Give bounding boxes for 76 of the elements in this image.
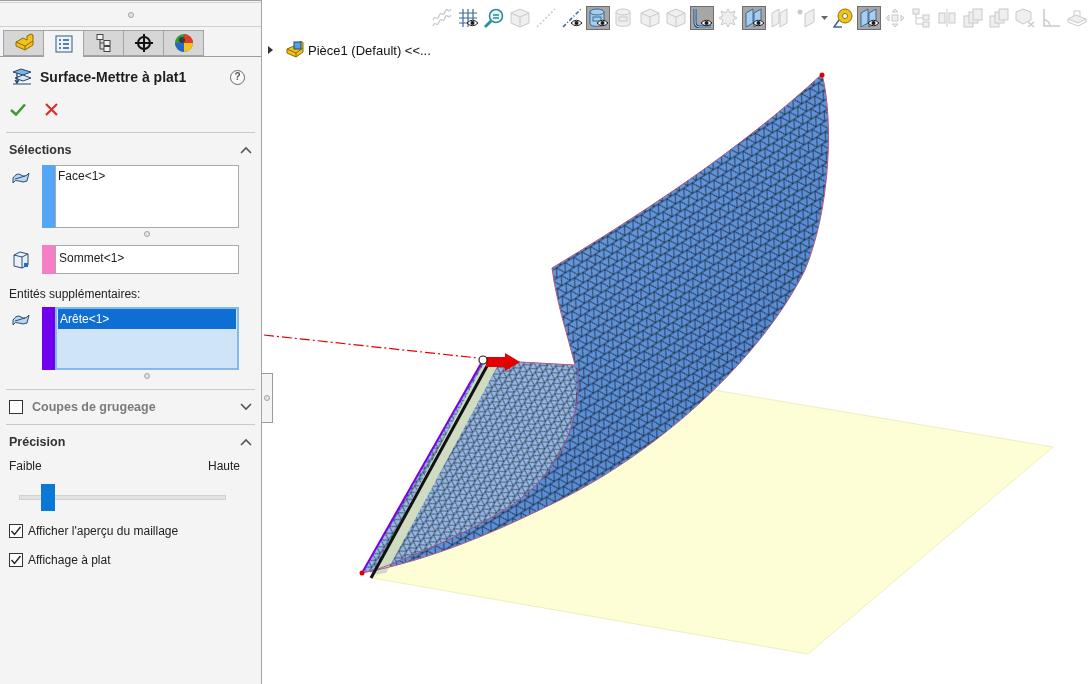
axis-line-eye-icon [562,8,582,28]
grid-eye-icon [458,8,478,28]
section-title: Sélections [9,143,72,157]
cube-icon [510,8,530,28]
part-icon [13,33,34,53]
toolbar-button[interactable] [857,6,881,30]
close-icon[interactable] [45,102,58,116]
point-plane-icon [796,8,816,28]
plane-eye-icon [859,8,879,28]
chevron-up-icon[interactable] [240,146,252,154]
surface-icon [11,170,31,186]
cube-icon [666,8,686,28]
checkbox[interactable] [9,553,23,567]
plane-icon [770,8,790,28]
checkmark-icon[interactable] [10,102,26,116]
field-label: Entités supplémentaires: [8,287,141,301]
section-title: Coupes de grugeage [32,400,156,414]
selection-list-field[interactable]: Arête<1> [55,307,239,370]
selection-field[interactable]: Sommet<1> [55,245,239,274]
caret-down-icon [821,16,828,20]
resize-grip-icon[interactable] [127,11,134,18]
checkbox[interactable] [9,524,23,538]
section-title: Précision [9,435,66,449]
toolbar-button[interactable] [586,6,610,30]
checkbox[interactable] [9,400,23,414]
toolbar-button[interactable] [742,6,766,30]
chevron-up-icon[interactable] [240,438,252,446]
grip-dot-icon [264,395,270,401]
caret-right-icon[interactable] [268,46,273,54]
property-list-icon [53,34,74,54]
panel-tab[interactable] [83,30,124,56]
panel-collapse-handle[interactable] [262,373,273,423]
panel-tab[interactable] [163,30,204,56]
cube-vertex-icon [12,250,30,269]
color-wheel-icon [173,33,194,53]
tape-measure-icon [833,8,853,28]
panel-tab[interactable] [123,30,164,56]
crosshair-icon [133,33,154,53]
panel-title: Surface-Mettre à plat1 [40,69,188,85]
list-item[interactable]: Face<1> [56,166,238,186]
configuration-tree-icon [93,33,114,53]
slider-thumb[interactable] [41,483,55,511]
cube-cross-icon [1015,8,1035,28]
toolbar-button[interactable] [690,6,714,30]
magnifier-icon [484,8,504,28]
slider-min-label: Faible [9,459,42,473]
tray-icon [1067,8,1087,28]
list-item[interactable]: Arête<1> [58,309,236,329]
tree-item[interactable]: Pièce1 (Default) <<... [308,42,431,58]
checkbox-label: Afficher l'aperçu du maillage [28,524,179,538]
selection-list-field[interactable]: Face<1> [55,165,239,228]
tree-diagram-icon [911,8,931,28]
gear-icon [718,8,738,28]
resize-grip-icon[interactable] [144,230,150,237]
arrows-cross-icon [885,8,905,28]
cube-icon [640,8,660,28]
toolbar-button[interactable] [456,6,480,30]
slider-max-label: Haute [207,459,240,473]
checkbox-label: Affichage à plat [28,553,111,567]
cylinder-eye-icon [588,8,608,28]
help-button[interactable]: ? [230,69,245,85]
resize-grip-icon[interactable] [144,372,150,379]
surface-icon [11,312,31,328]
toolbar-button[interactable] [560,6,584,30]
plane-eye-icon [744,8,764,28]
surface-flatten-icon [12,68,32,86]
stacked-blocks-icon [989,8,1009,28]
dashed-line-icon [536,8,556,28]
bracket-eye-icon [692,8,712,28]
part-icon [286,41,304,59]
cylinder-icon [614,8,634,28]
corner-icon [1041,8,1061,28]
mirror-icon [937,8,957,28]
curves-icon [432,8,452,28]
chevron-down-icon[interactable] [240,403,252,411]
stacked-blocks-icon [963,8,983,28]
